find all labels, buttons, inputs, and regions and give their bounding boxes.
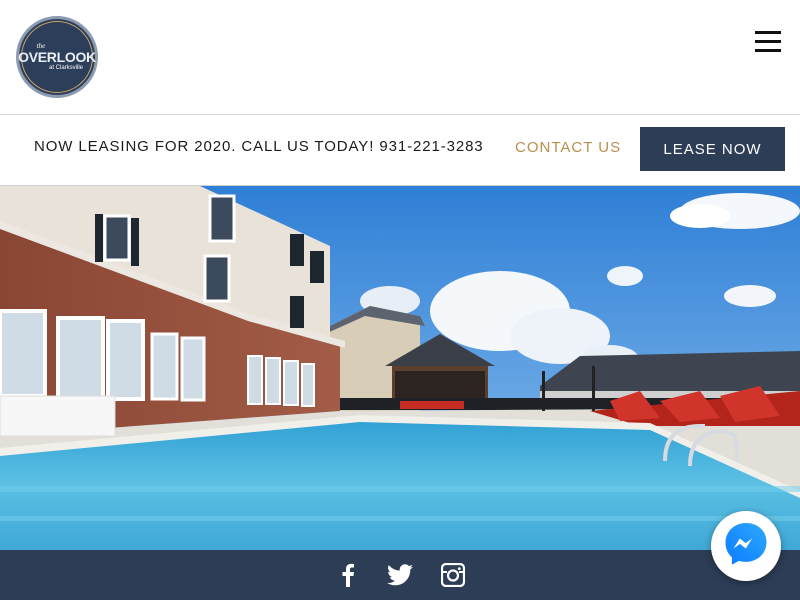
facebook-icon[interactable] xyxy=(338,562,358,588)
instagram-icon[interactable] xyxy=(440,562,466,588)
lease-now-button[interactable]: LEASE NOW xyxy=(640,127,785,171)
overlook-logo[interactable]: the OVERLOOK at Clarksville xyxy=(16,16,98,98)
messenger-icon xyxy=(722,520,770,573)
site-header: the OVERLOOK at Clarksville xyxy=(0,0,800,115)
footer-bar xyxy=(0,550,800,600)
hamburger-icon[interactable] xyxy=(755,31,781,53)
twitter-icon[interactable] xyxy=(386,562,414,588)
logo-name: OVERLOOK xyxy=(18,48,96,65)
announcement-text: NOW LEASING FOR 2020. CALL US TODAY! 931… xyxy=(34,138,484,155)
contact-us-link[interactable]: CONTACT US xyxy=(515,139,621,156)
messenger-chat-button[interactable] xyxy=(711,511,781,581)
hero-pool-image xyxy=(0,186,800,550)
logo-sub: at Clarksville xyxy=(48,64,83,71)
